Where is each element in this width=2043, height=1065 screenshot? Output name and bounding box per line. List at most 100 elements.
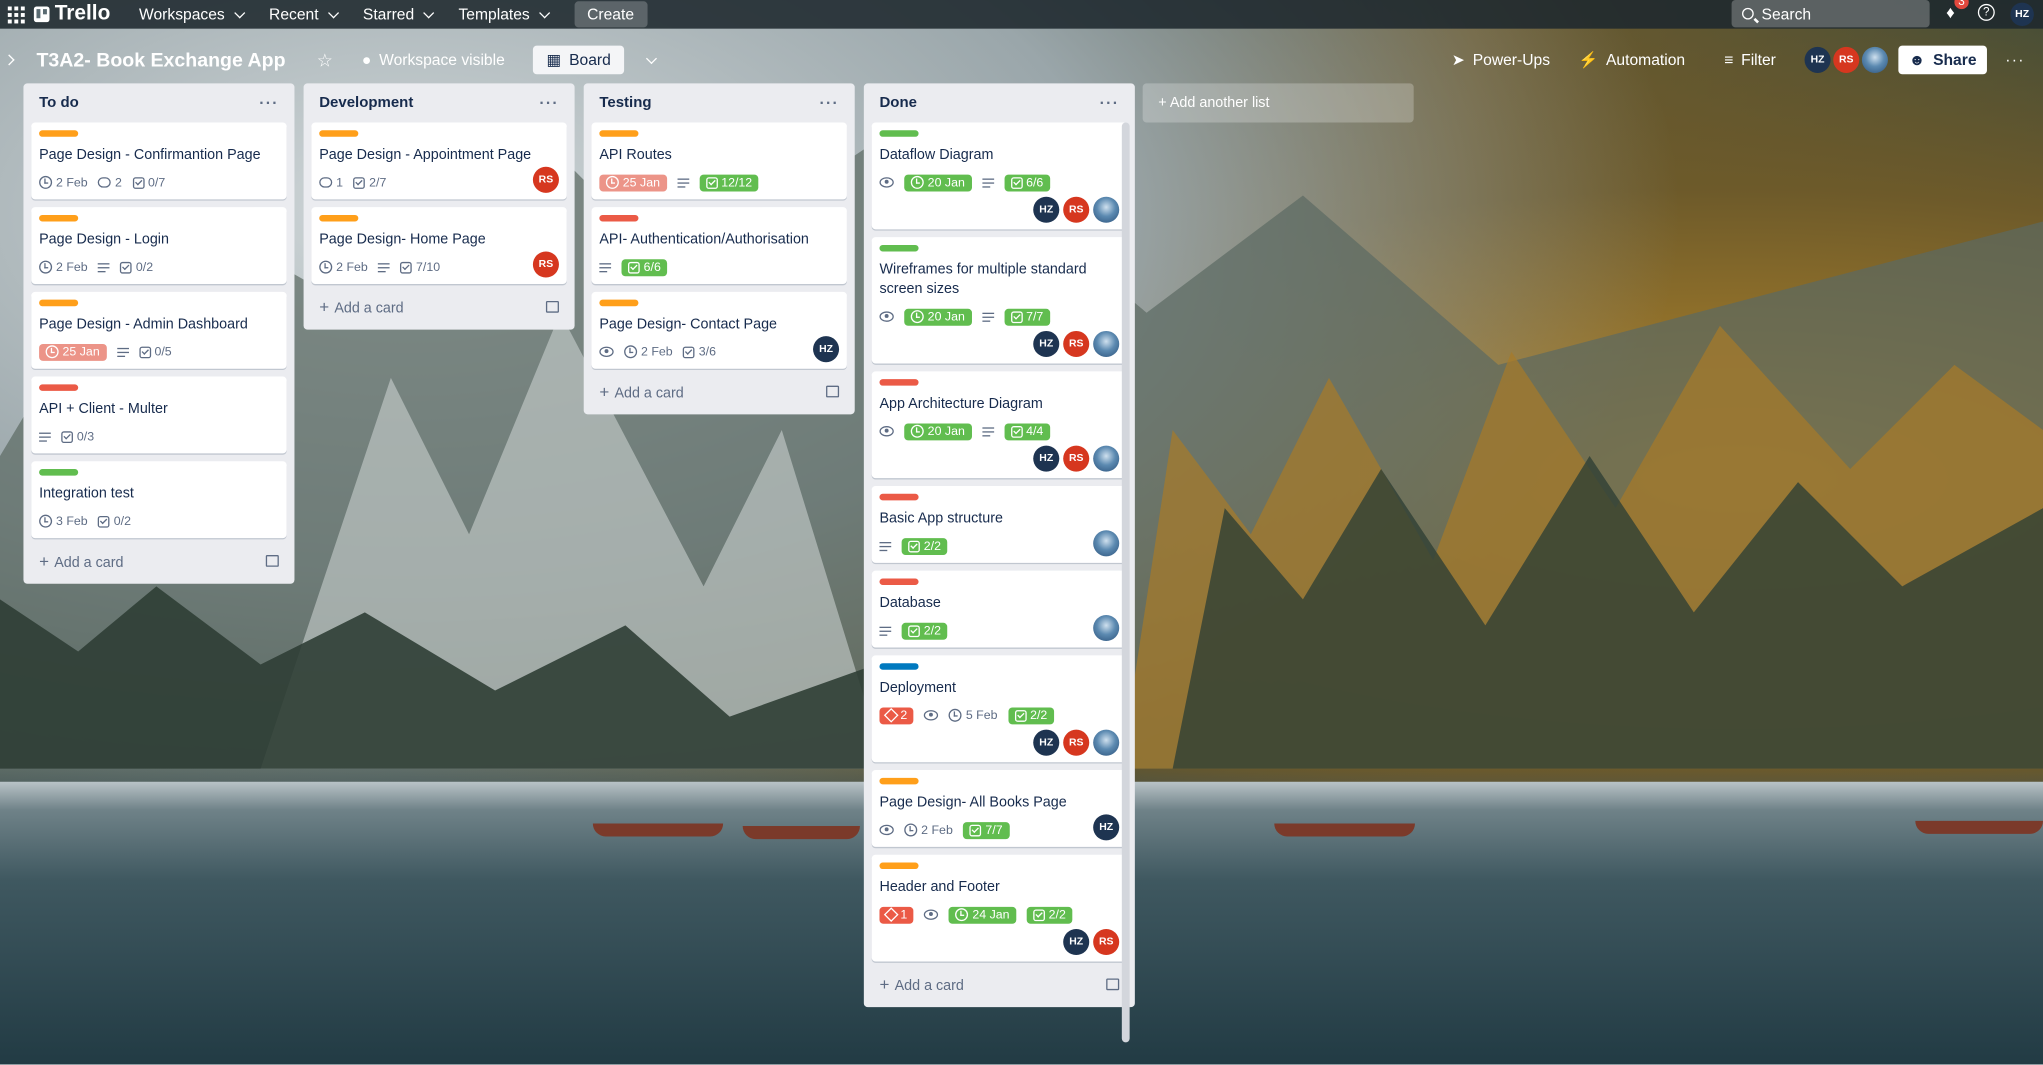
add-card-button[interactable]: + Add a card	[599, 382, 683, 402]
member-avatar[interactable]: HZ	[1033, 445, 1060, 472]
list-header[interactable]: Done ···	[872, 83, 1127, 122]
view-dropdown-button[interactable]	[632, 52, 666, 67]
member-avatar[interactable]: HZ	[1063, 928, 1090, 956]
card-template-icon[interactable]	[545, 300, 559, 313]
add-card-button[interactable]: + Add a card	[39, 551, 123, 571]
card[interactable]: Page Design - Appointment Page 1 2/7 RS	[311, 122, 567, 200]
add-another-list-button[interactable]: + Add another list	[1142, 83, 1414, 123]
card-label-orange[interactable]	[39, 299, 79, 307]
due-date-badge[interactable]: 2 Feb	[39, 260, 88, 274]
due-date-overdue-badge[interactable]: 25 Jan	[39, 343, 107, 361]
due-date-badge[interactable]: 2 Feb	[319, 260, 368, 274]
due-date-badge[interactable]: 2 Feb	[904, 823, 953, 837]
card[interactable]: Page Design - Confirmantion Page 2 Feb 2 0/…	[31, 122, 287, 200]
card-label-orange[interactable]	[879, 862, 919, 870]
card[interactable]: Database 2/2	[871, 570, 1128, 648]
member-avatar-photo[interactable]	[1093, 530, 1120, 557]
nav-templates[interactable]: Templates	[445, 5, 561, 23]
card[interactable]: Integration test 3 Feb 0/2	[31, 461, 287, 539]
member-avatar-photo[interactable]	[1093, 729, 1120, 756]
member-avatar[interactable]: HZ	[1033, 729, 1060, 756]
list-menu-icon[interactable]: ···	[539, 94, 559, 112]
card-label-red[interactable]	[39, 384, 79, 391]
trello-logo[interactable]: Trello	[33, 3, 110, 26]
due-date-overdue-badge[interactable]: 25 Jan	[599, 173, 667, 191]
card-label-red[interactable]	[599, 214, 639, 222]
card-label-orange[interactable]	[879, 777, 919, 785]
card-label-orange[interactable]	[319, 214, 359, 222]
nav-starred[interactable]: Starred	[350, 5, 446, 23]
star-icon[interactable]: ☆	[306, 44, 343, 77]
member-avatar[interactable]: HZ	[1033, 330, 1060, 358]
card[interactable]: Page Design- Home Page 2 Feb 7/10 RS	[311, 207, 567, 285]
member-avatar[interactable]: HZ	[813, 336, 840, 363]
card-template-icon[interactable]	[826, 385, 840, 398]
card-label-orange[interactable]	[599, 299, 639, 307]
member-avatar-photo[interactable]	[1093, 196, 1120, 223]
card[interactable]: Page Design - Admin Dashboard 25 Jan 0/5	[31, 291, 287, 369]
due-date-badge[interactable]: 2 Feb	[624, 345, 673, 359]
card-template-icon[interactable]	[265, 555, 279, 567]
card[interactable]: App Architecture Diagram 20 Jan 4/4 HZ RS	[871, 371, 1128, 479]
automation-button[interactable]: ⚡ Automation	[1568, 46, 1695, 75]
member-avatar[interactable]: HZ	[1093, 814, 1120, 841]
card-label-orange[interactable]	[319, 130, 359, 137]
help-icon[interactable]: ?	[1977, 3, 1995, 21]
app-switcher-icon[interactable]	[7, 5, 26, 23]
due-date-complete-badge[interactable]: 24 Jan	[948, 906, 1017, 924]
list-menu-icon[interactable]: ···	[259, 94, 279, 112]
add-card-button[interactable]: + Add a card	[879, 975, 963, 995]
card[interactable]: API Routes 25 Jan 12/12	[591, 122, 847, 200]
list-title[interactable]: Development	[319, 95, 413, 111]
user-avatar[interactable]: HZ	[2010, 2, 2034, 27]
due-date-complete-badge[interactable]: 20 Jan	[904, 308, 972, 326]
list-menu-icon[interactable]: ···	[1100, 94, 1120, 112]
member-avatar[interactable]: RS	[1093, 928, 1120, 956]
card-label-red[interactable]	[879, 379, 919, 386]
card-template-icon[interactable]	[1106, 978, 1120, 991]
card[interactable]: API- Authentication/Authorisation 6/6	[591, 207, 847, 285]
member-avatar[interactable]: HZ	[1804, 46, 1831, 73]
due-date-complete-badge[interactable]: 20 Jan	[904, 422, 972, 440]
member-avatar[interactable]: RS	[1063, 729, 1090, 756]
card[interactable]: Dataflow Diagram 20 Jan 6/6 HZ RS	[871, 122, 1128, 230]
card-label-green[interactable]	[39, 469, 79, 476]
power-ups-button[interactable]: ➤ Power-Ups	[1441, 46, 1560, 75]
member-avatar[interactable]: RS	[1063, 445, 1090, 472]
nav-recent[interactable]: Recent	[256, 5, 350, 23]
card-label-orange[interactable]	[39, 130, 79, 137]
member-avatar[interactable]: RS	[1833, 46, 1860, 73]
card-label-red[interactable]	[879, 493, 919, 501]
member-avatar[interactable]: RS	[1063, 196, 1090, 223]
nav-workspaces[interactable]: Workspaces	[126, 5, 256, 23]
card[interactable]: Wireframes for multiple standard screen …	[871, 237, 1128, 364]
sidebar-expand-icon[interactable]	[3, 51, 16, 69]
board-view-button[interactable]: ▦ Board	[533, 45, 624, 75]
card-label-green[interactable]	[879, 244, 919, 252]
member-avatar[interactable]: RS	[532, 166, 559, 193]
list-scrollbar[interactable]	[1121, 122, 1130, 1043]
due-date-badge[interactable]: 5 Feb	[948, 708, 998, 722]
search-input[interactable]: Search	[1731, 0, 1930, 28]
add-card-button[interactable]: + Add a card	[319, 297, 403, 317]
filter-button[interactable]: ≡ Filter	[1714, 46, 1787, 75]
list-header[interactable]: Development ···	[311, 83, 566, 122]
card-label-red[interactable]	[879, 578, 919, 586]
create-button[interactable]: Create	[574, 1, 648, 28]
card[interactable]: Page Design- Contact Page 2 Feb 3/6 HZ	[591, 291, 847, 369]
list-header[interactable]: Testing ···	[592, 83, 847, 122]
card[interactable]: Header and Footer 1 24 Jan 2/2 HZ RS	[871, 854, 1128, 962]
card[interactable]: Page Design- All Books Page 2 Feb 7/7 HZ	[871, 770, 1128, 847]
member-avatar[interactable]: RS	[1063, 330, 1090, 358]
board-menu-icon[interactable]: ···	[1995, 46, 2035, 75]
card[interactable]: Page Design - Login 2 Feb 0/2	[31, 207, 287, 285]
board-title[interactable]: T3A2- Book Exchange App	[36, 49, 285, 71]
member-avatar-photo[interactable]	[1861, 46, 1888, 73]
card[interactable]: API + Client - Multer 0/3	[31, 376, 287, 454]
workspace-visible-button[interactable]: ● Workspace visible	[351, 46, 515, 75]
member-avatar-photo[interactable]	[1093, 445, 1120, 472]
card-label-orange[interactable]	[39, 214, 79, 222]
card-label-orange[interactable]	[599, 130, 639, 137]
card[interactable]: Basic App structure 2/2	[871, 485, 1128, 563]
card[interactable]: Deployment 2 5 Feb 2/2 HZ RS	[871, 655, 1128, 763]
